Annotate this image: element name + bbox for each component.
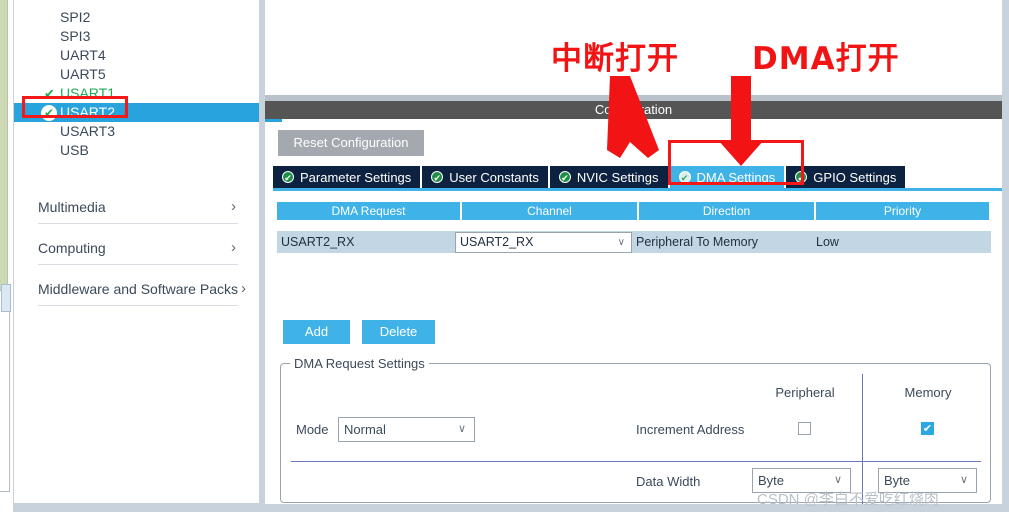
check-circle-icon: ✔	[282, 171, 294, 183]
chevron-right-icon: ›	[241, 280, 246, 297]
chevron-down-icon: ∨	[959, 474, 968, 486]
data-width-peripheral-value: Byte	[758, 473, 785, 488]
column-header-direction: Direction	[638, 202, 814, 220]
sidebar-item-label: USART3	[60, 123, 115, 139]
screenshot-root: SPI2 SPI3 UART4 UART5 ✔ USART1 ✔ USART2 USART3 US…	[0, 0, 1009, 512]
column-label-peripheral: Peripheral	[775, 385, 835, 400]
column-header-priority: Priority	[816, 202, 990, 220]
sidebar-category-label: Middleware and Software Packs	[38, 281, 238, 297]
annotation-dma-open: DMA打开	[752, 41, 900, 77]
tab-label: Parameter Settings	[300, 169, 412, 185]
dma-table-header: DMA Request Channel Direction Priority	[277, 202, 991, 220]
sidebar-category-computing[interactable]: Computing ›	[38, 234, 238, 265]
settings-tabs: ✔ Parameter Settings ✔ User Constants ✔ NVIC …	[273, 166, 906, 188]
channel-select[interactable]: USART2_RX ∨	[455, 231, 632, 253]
tab-label: User Constants	[449, 169, 539, 185]
tab-dma-settings[interactable]: ✔ DMA Settings	[669, 166, 787, 188]
mode-select[interactable]: Normal ∨	[338, 417, 475, 442]
configuration-titlebar: Configuration	[265, 101, 1002, 119]
tab-label: NVIC Settings	[576, 169, 659, 185]
left-edge-tab[interactable]	[1, 284, 11, 312]
sidebar-item-label: USART2	[60, 104, 115, 120]
tab-label: GPIO Settings	[813, 169, 897, 185]
chevron-down-icon: ∨	[617, 236, 625, 248]
sidebar-item-spi2[interactable]: SPI2	[14, 8, 90, 27]
mode-label: Mode	[296, 422, 329, 437]
tab-parameter-settings[interactable]: ✔ Parameter Settings	[273, 166, 423, 188]
peripherals-sidebar: SPI2 SPI3 UART4 UART5 ✔ USART1 ✔ USART2 USART3 US…	[13, 0, 282, 504]
annotation-interrupt-open: 中断打开	[551, 41, 679, 77]
sidebar-item-label: USART1	[60, 85, 115, 101]
check-circle-icon: ✔	[678, 171, 691, 183]
category-group: Multimedia › Computing › Middleware and Soft…	[38, 193, 246, 306]
column-header-dma-request: DMA Request	[277, 202, 460, 220]
check-icon: ✔	[41, 105, 57, 121]
sidebar-item-uart4[interactable]: UART4	[14, 46, 106, 65]
sidebar-category-label: Computing	[38, 240, 106, 256]
table-row[interactable]: USART2_RX USART2_RX ∨ Peripheral To Memo…	[277, 231, 991, 253]
column-label-memory: Memory	[904, 385, 952, 400]
sidebar-bottom-strip	[13, 503, 259, 512]
data-width-label: Data Width	[636, 474, 701, 489]
data-width-memory-value: Byte	[884, 473, 911, 488]
sidebar-item-label: USB	[60, 142, 89, 158]
panel-gap-strip	[259, 0, 265, 512]
channel-select-value: USART2_RX	[460, 234, 534, 249]
left-edge-frame	[0, 290, 10, 492]
dma-request-table: DMA Request Channel Direction Priority U…	[277, 202, 991, 253]
cell-priority: Low	[816, 235, 839, 249]
sidebar-item-label: SPI3	[60, 28, 91, 44]
check-circle-icon: ✔	[431, 171, 444, 183]
horizontal-divider	[291, 461, 981, 462]
sidebar-category-multimedia[interactable]: Multimedia ›	[38, 193, 238, 224]
cell-dma-request: USART2_RX	[281, 235, 355, 249]
increment-address-peripheral-checkbox[interactable]	[798, 422, 811, 435]
sidebar-item-label: UART5	[60, 66, 106, 82]
tabs-underline	[273, 188, 1002, 191]
tab-user-constants[interactable]: ✔ User Constants	[422, 166, 550, 188]
increment-address-memory-checkbox[interactable]: ✔	[921, 422, 934, 435]
column-header-channel: Channel	[461, 202, 637, 220]
increment-address-label: Increment Address	[636, 422, 745, 437]
tab-nvic-settings[interactable]: ✔ NVIC Settings	[549, 166, 670, 188]
sidebar-category-middleware-and-software-packs[interactable]: Middleware and Software Packs ›	[38, 275, 246, 306]
sidebar-item-uart5[interactable]: UART5	[14, 65, 106, 84]
sidebar-item-usart3[interactable]: USART3	[14, 122, 115, 141]
chevron-right-icon: ›	[231, 198, 236, 215]
check-circle-icon: ✔	[558, 171, 571, 183]
add-button[interactable]: Add	[283, 320, 350, 344]
check-circle-icon: ✔	[795, 171, 808, 183]
watermark: CSDN @李白不爱吃红烧肉	[757, 491, 939, 508]
left-edge-green-strip	[0, 0, 8, 290]
dma-request-settings-legend: DMA Request Settings	[290, 356, 429, 371]
sidebar-item-usb[interactable]: USB	[14, 141, 89, 160]
chevron-right-icon: ›	[231, 239, 236, 256]
right-edge-strip	[1002, 0, 1009, 512]
sidebar-item-label: UART4	[60, 47, 106, 63]
sidebar-item-usart2[interactable]: ✔ USART2	[14, 103, 282, 122]
sidebar-item-spi3[interactable]: SPI3	[14, 27, 90, 46]
chevron-down-icon: ∨	[457, 423, 466, 435]
tab-label: DMA Settings	[696, 169, 776, 185]
cell-direction: Peripheral To Memory	[636, 235, 759, 249]
tab-gpio-settings[interactable]: ✔ GPIO Settings	[786, 166, 906, 188]
delete-button[interactable]: Delete	[362, 320, 435, 344]
sidebar-item-label: SPI2	[60, 9, 91, 25]
check-icon: ✔	[44, 86, 55, 101]
sidebar-category-label: Multimedia	[38, 199, 106, 215]
reset-configuration-button[interactable]: Reset Configuration	[278, 130, 424, 156]
vertical-divider	[862, 374, 863, 506]
sidebar-item-usart1[interactable]: ✔ USART1	[14, 84, 115, 103]
mode-select-value: Normal	[344, 422, 386, 437]
